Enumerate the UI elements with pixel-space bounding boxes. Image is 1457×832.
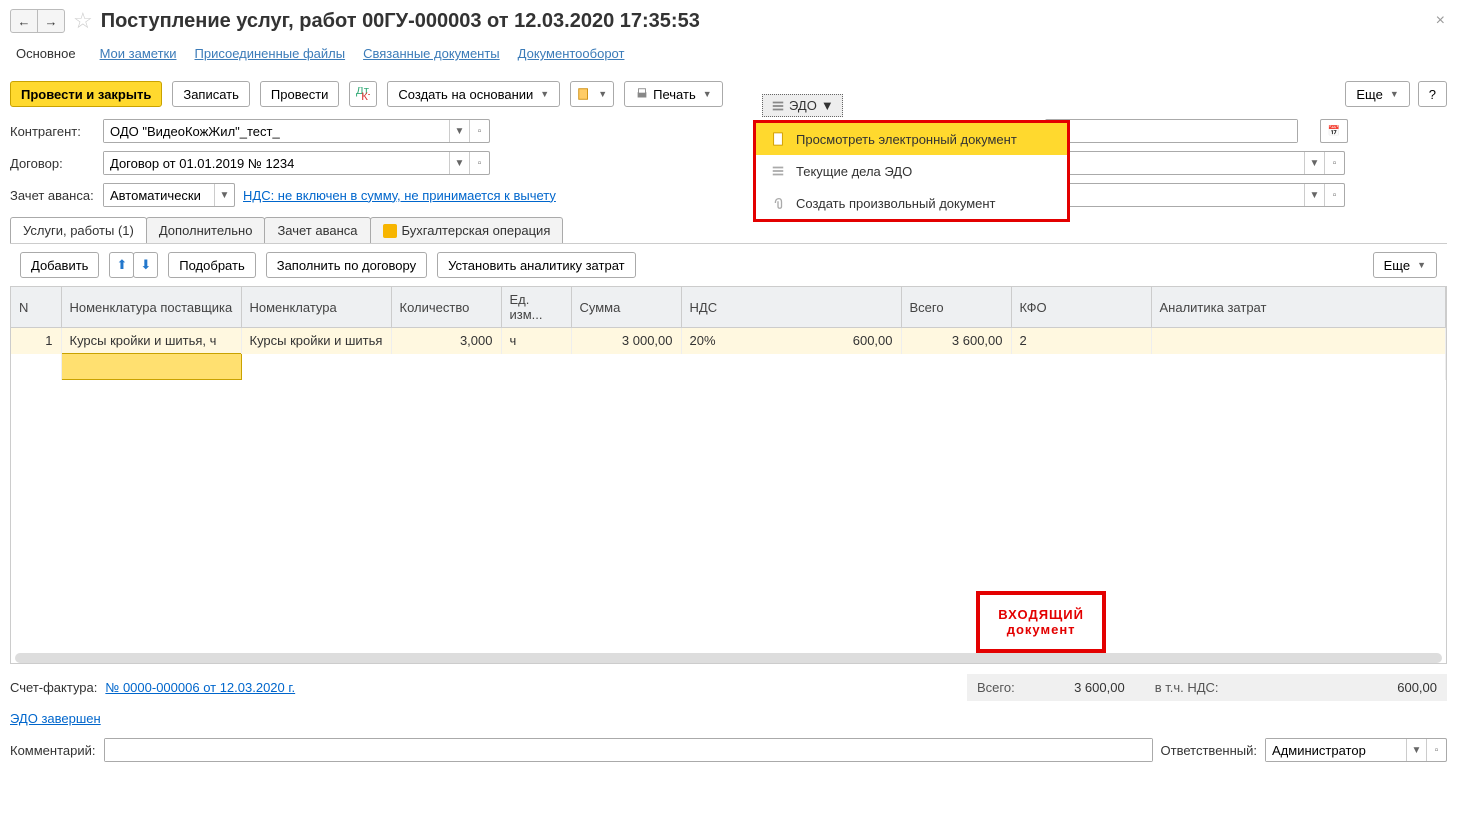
save-button[interactable]: Записать (172, 81, 250, 107)
editing-cell[interactable] (61, 354, 241, 380)
nav-main[interactable]: Основное (10, 42, 82, 65)
col-vat[interactable]: НДС (681, 287, 901, 328)
col-analytics[interactable]: Аналитика затрат (1151, 287, 1446, 328)
responsible-label: Ответственный: (1161, 743, 1257, 758)
dt-kt-button[interactable]: ДтКт (349, 81, 377, 107)
close-button[interactable]: × (1436, 12, 1445, 30)
fill-contract-button[interactable]: Заполнить по договору (266, 252, 427, 278)
totals-box: Всего: 3 600,00 в т.ч. НДС: 600,00 (967, 674, 1447, 701)
help-button[interactable]: ? (1418, 81, 1447, 107)
col-sum[interactable]: Сумма (571, 287, 681, 328)
number-input[interactable] (1045, 119, 1298, 143)
contract-label: Договор: (10, 156, 95, 171)
more-button[interactable]: Еще▼ (1345, 81, 1409, 107)
advance-label: Зачет аванса: (10, 188, 95, 203)
edo-status-link[interactable]: ЭДО завершен (10, 711, 101, 726)
nav-docflow[interactable]: Документооборот (518, 46, 625, 61)
nav-notes[interactable]: Мои заметки (100, 46, 177, 61)
table-more-button[interactable]: Еще▼ (1373, 252, 1437, 278)
org-input[interactable]: ▼▫ (1045, 151, 1345, 175)
row-down-button[interactable]: ⬇ (133, 252, 158, 278)
horizontal-scrollbar[interactable] (15, 653, 1442, 663)
warning-icon (383, 224, 397, 238)
tab-services[interactable]: Услуги, работы (1) (10, 217, 147, 243)
counterparty-input[interactable]: ▼▫ (103, 119, 490, 143)
edo-view-document[interactable]: Просмотреть электронный документ (756, 123, 1067, 155)
add-row-button[interactable]: Добавить (20, 252, 99, 278)
edo-dropdown: ЭДО▼ Просмотреть электронный документ Те… (753, 120, 1070, 222)
dept-input[interactable]: ▼▫ (1045, 183, 1345, 207)
pick-button[interactable]: Подобрать (168, 252, 255, 278)
counterparty-label: Контрагент: (10, 124, 95, 139)
svg-text:Кт: Кт (362, 91, 371, 101)
set-analytics-button[interactable]: Установить аналитику затрат (437, 252, 635, 278)
row-up-button[interactable]: ⬆ (109, 252, 134, 278)
services-table[interactable]: N Номенклатура поставщика Номенклатура К… (10, 286, 1447, 664)
col-nom[interactable]: Номенклатура (241, 287, 391, 328)
edo-button[interactable]: ЭДО▼ (762, 94, 843, 117)
create-based-button[interactable]: Создать на основании▼ (387, 81, 560, 107)
contract-input[interactable]: ▼▫ (103, 151, 490, 175)
nav-files[interactable]: Присоединенные файлы (195, 46, 346, 61)
col-nom-supplier[interactable]: Номенклатура поставщика (61, 287, 241, 328)
print-button[interactable]: Печать▼ (624, 81, 723, 107)
col-unit[interactable]: Ед. изм... (501, 287, 571, 328)
nav-related[interactable]: Связанные документы (363, 46, 500, 61)
tab-advance[interactable]: Зачет аванса (264, 217, 370, 243)
comment-input[interactable] (104, 738, 1153, 762)
advance-select[interactable]: ▼ (103, 183, 235, 207)
post-close-button[interactable]: Провести и закрыть (10, 81, 162, 107)
tab-accounting[interactable]: Бухгалтерская операция (370, 217, 564, 243)
vat-settings-link[interactable]: НДС: не включен в сумму, не принимается … (243, 188, 556, 203)
tab-additional[interactable]: Дополнительно (146, 217, 266, 243)
date-input[interactable]: 📅 (1320, 119, 1348, 143)
nav-forward-button[interactable]: → (37, 9, 65, 33)
list-icon (770, 163, 786, 179)
page-title: Поступление услуг, работ 00ГУ-000003 от … (101, 10, 700, 33)
document-icon (770, 131, 786, 147)
invoice-link[interactable]: № 0000-000006 от 12.03.2020 г. (105, 680, 295, 695)
col-qty[interactable]: Количество (391, 287, 501, 328)
attach-button[interactable]: ▼ (570, 81, 614, 107)
responsible-input[interactable]: ▼▫ (1265, 738, 1447, 762)
col-n[interactable]: N (11, 287, 61, 328)
invoice-label: Счет-фактура: (10, 680, 97, 695)
edo-create-arbitrary[interactable]: Создать произвольный документ (756, 187, 1067, 219)
edo-current-affairs[interactable]: Текущие дела ЭДО (756, 155, 1067, 187)
nav-back-button[interactable]: ← (10, 9, 38, 33)
post-button[interactable]: Провести (260, 81, 340, 107)
paperclip-icon (770, 195, 786, 211)
col-kfo[interactable]: КФО (1011, 287, 1151, 328)
table-row[interactable] (11, 354, 1446, 380)
table-row[interactable]: 1 Курсы кройки и шитья, ч Курсы кройки и… (11, 328, 1446, 354)
incoming-stamp: ВХОДЯЩИЙдокумент (976, 591, 1106, 653)
col-total[interactable]: Всего (901, 287, 1011, 328)
favorite-star-icon[interactable]: ☆ (73, 8, 93, 34)
comment-label: Комментарий: (10, 743, 96, 758)
